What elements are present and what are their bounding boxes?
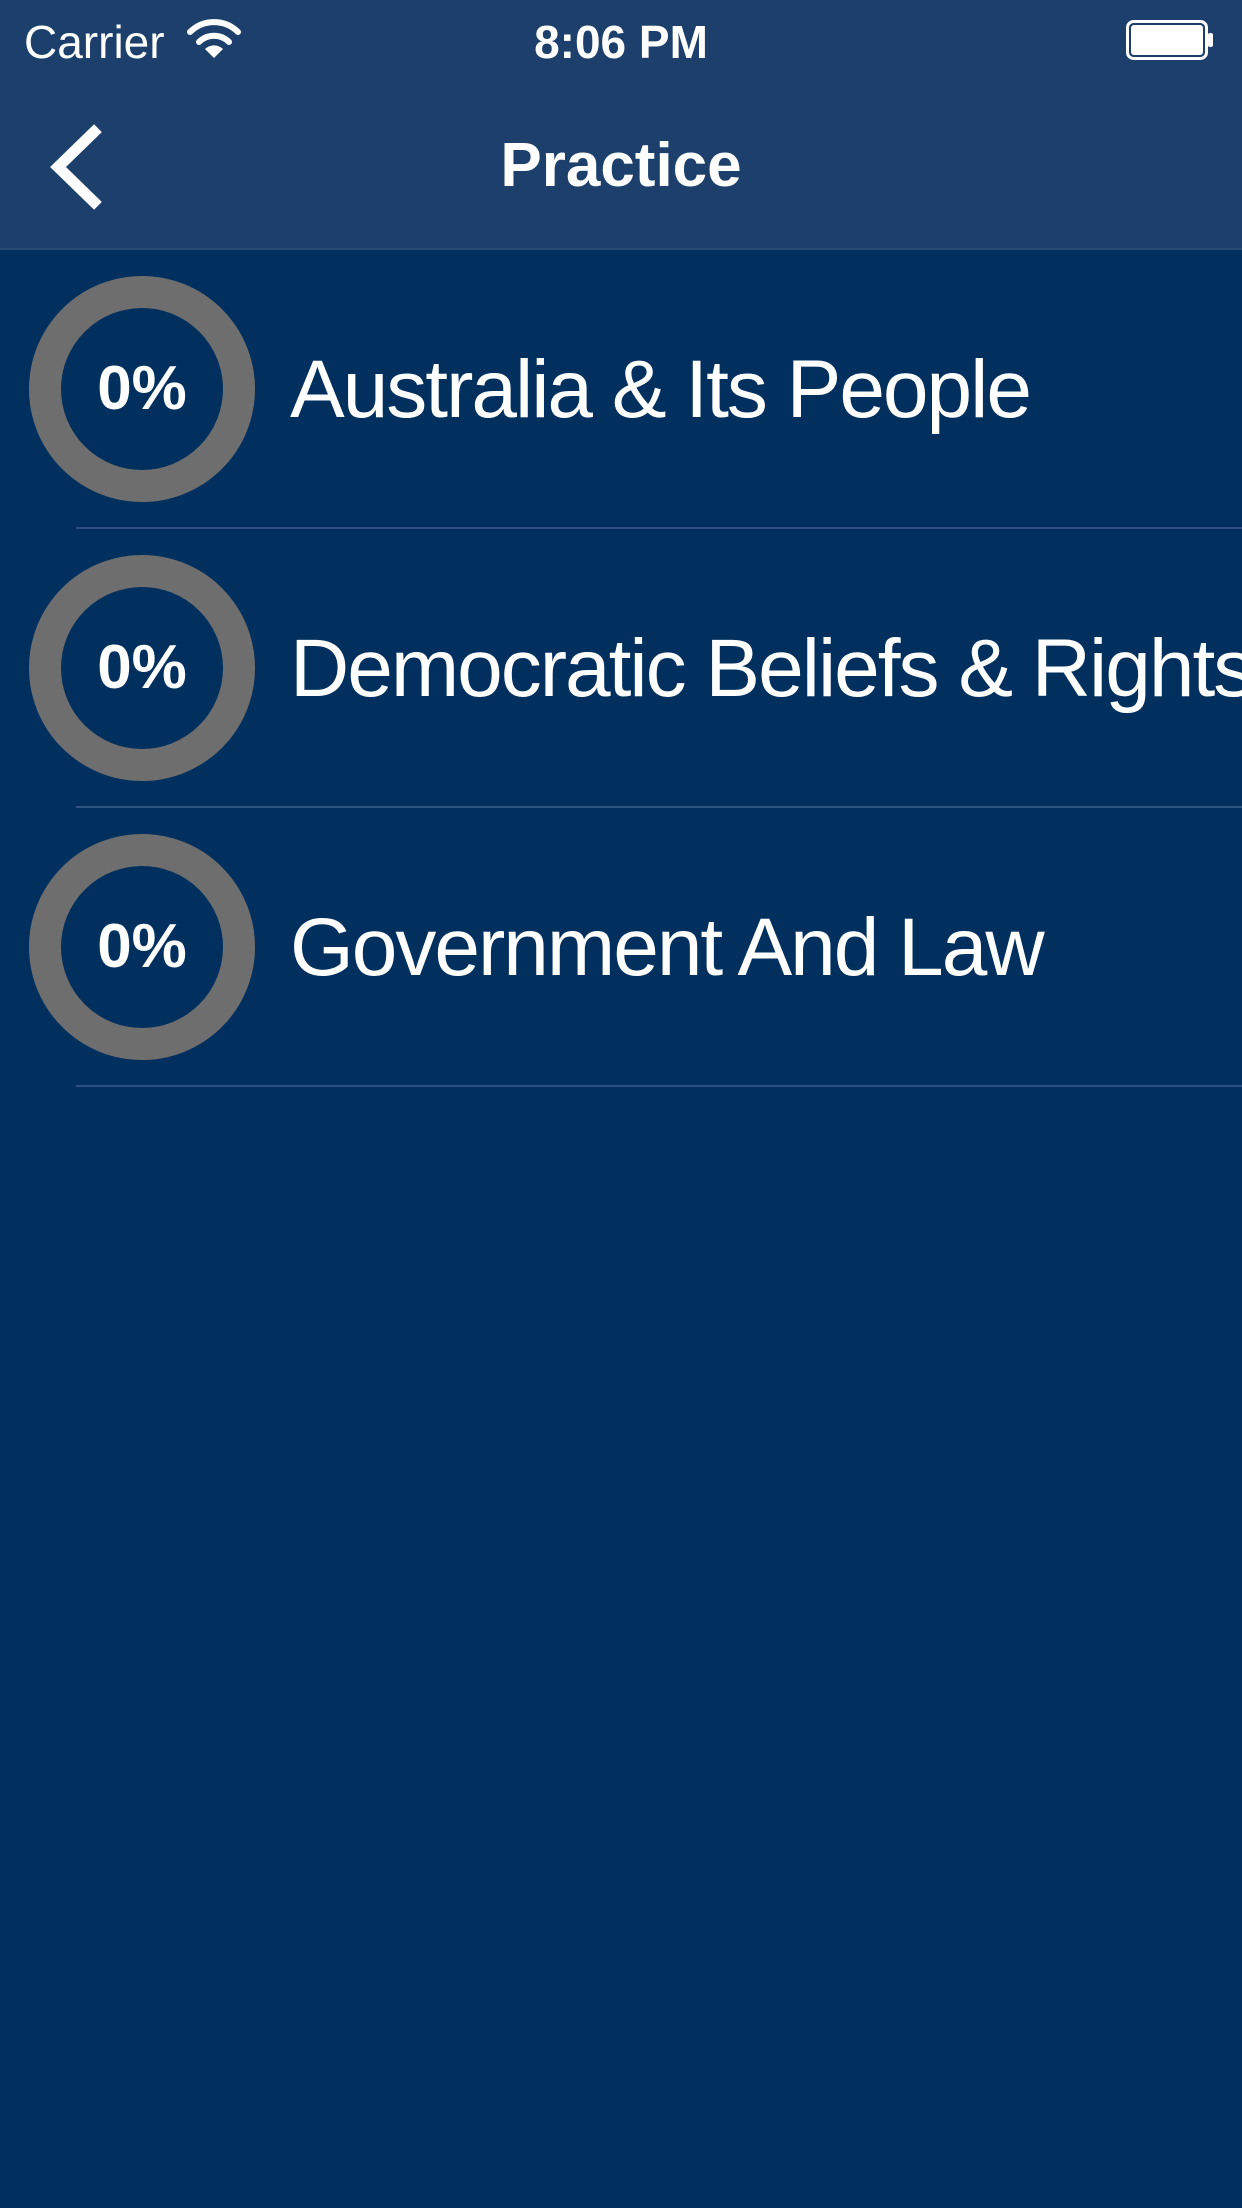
topic-list: 0% Australia & Its People 0% Democratic Bel… bbox=[0, 250, 1242, 1087]
progress-percent-label: 0% bbox=[97, 354, 187, 423]
progress-percent-label: 0% bbox=[97, 633, 187, 702]
status-bar: Carrier 8:06 PM bbox=[0, 0, 1242, 84]
navigation-bar: Practice bbox=[0, 84, 1242, 250]
topic-title: Australia & Its People bbox=[290, 344, 1032, 435]
progress-percent-label: 0% bbox=[97, 912, 187, 981]
topic-title: Government And Law bbox=[290, 902, 1045, 993]
status-time: 8:06 PM bbox=[534, 16, 708, 68]
battery-icon bbox=[1126, 20, 1213, 60]
topic-row[interactable]: 0% Australia & Its People bbox=[0, 250, 1242, 529]
top-bar: Carrier 8:06 PM Practice bbox=[0, 0, 1242, 250]
topic-row[interactable]: 0% Government And Law bbox=[0, 808, 1242, 1087]
practice-screen: Carrier 8:06 PM Practice 0% Australia & I… bbox=[0, 0, 1242, 2208]
topic-title: Democratic Beliefs & Rights bbox=[290, 623, 1242, 714]
page-title: Practice bbox=[500, 131, 742, 200]
topic-row[interactable]: 0% Democratic Beliefs & Rights bbox=[0, 529, 1242, 808]
row-divider bbox=[76, 1085, 1242, 1087]
